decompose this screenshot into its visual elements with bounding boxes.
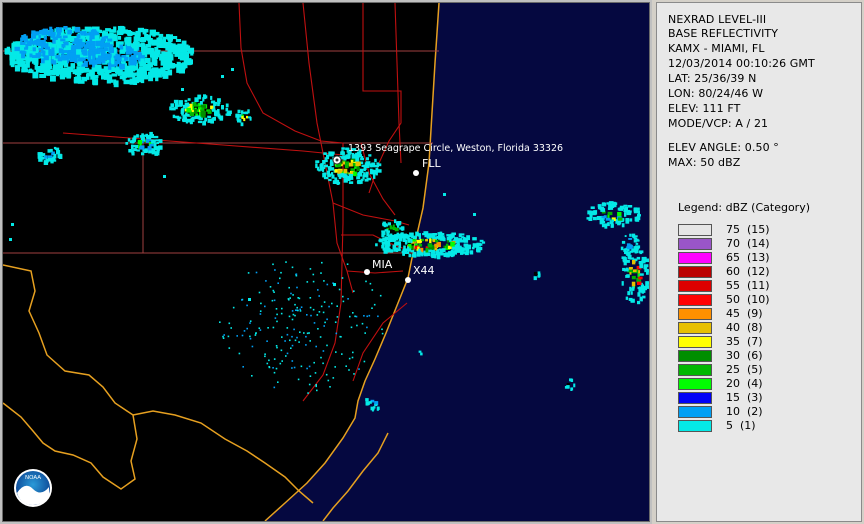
noaa-logo-text: NOAA: [25, 475, 41, 481]
max-reflectivity: MAX: 50 dBZ: [668, 156, 741, 169]
legend-label: 25 (5): [726, 363, 763, 376]
legend-label: 50 (10): [726, 293, 770, 306]
legend-label: 30 (6): [726, 349, 763, 362]
legend-label: 75 (15): [726, 223, 770, 236]
legend-title: Legend: dBZ (Category): [678, 201, 810, 214]
legend-label: 10 (2): [726, 405, 763, 418]
legend-swatch: [678, 224, 712, 236]
station-lon: LON: 80/24/46 W: [668, 87, 764, 100]
legend-swatch: [678, 308, 712, 320]
legend-swatch: [678, 420, 712, 432]
info-panel: NEXRAD LEVEL-III BASE REFLECTIVITY KAMX …: [656, 2, 862, 522]
legend-label: 40 (8): [726, 321, 763, 334]
airport-mia-label: MIA: [372, 258, 393, 271]
mode-vcp: MODE/VCP: A / 21: [668, 117, 769, 130]
legend-swatch: [678, 322, 712, 334]
legend-swatch: [678, 280, 712, 292]
product-type: BASE REFLECTIVITY: [668, 27, 779, 40]
legend-swatch: [678, 294, 712, 306]
elev-angle: ELEV ANGLE: 0.50 °: [668, 141, 779, 154]
legend-label: 55 (11): [726, 279, 770, 292]
airport-fll-label: FLL: [422, 157, 441, 170]
timestamp: 12/03/2014 00:10:26 GMT: [668, 57, 815, 70]
legend-swatch: [678, 406, 712, 418]
airport-x44-label: X44: [413, 264, 435, 277]
legend-label: 70 (14): [726, 237, 770, 250]
legend-swatch: [678, 378, 712, 390]
legend-swatch: [678, 238, 712, 250]
legend-swatch: [678, 336, 712, 348]
station-elev: ELEV: 111 FT: [668, 102, 741, 115]
legend-label: 20 (4): [726, 377, 763, 390]
legend-label: 65 (13): [726, 251, 770, 264]
legend-swatch: [678, 392, 712, 404]
radar-map[interactable]: 1393 Seagrape Circle, Weston, Florida 33…: [2, 2, 650, 522]
legend-swatch: [678, 350, 712, 362]
map-frame: 1393 Seagrape Circle, Weston, Florida 33…: [0, 0, 652, 524]
legend-swatch: [678, 252, 712, 264]
legend-label: 5 (1): [726, 419, 756, 432]
noaa-logo: NOAA: [14, 469, 52, 507]
legend-label: 45 (9): [726, 307, 763, 320]
legend-swatch: [678, 266, 712, 278]
station-lat: LAT: 25/36/39 N: [668, 72, 757, 85]
legend-label: 35 (7): [726, 335, 763, 348]
station-name: KAMX - MIAMI, FL: [668, 42, 765, 55]
location-label: 1393 Seagrape Circle, Weston, Florida 33…: [348, 143, 563, 154]
legend-label: 15 (3): [726, 391, 763, 404]
product-title: NEXRAD LEVEL-III: [668, 13, 767, 26]
legend-label: 60 (12): [726, 265, 770, 278]
legend-swatch: [678, 364, 712, 376]
